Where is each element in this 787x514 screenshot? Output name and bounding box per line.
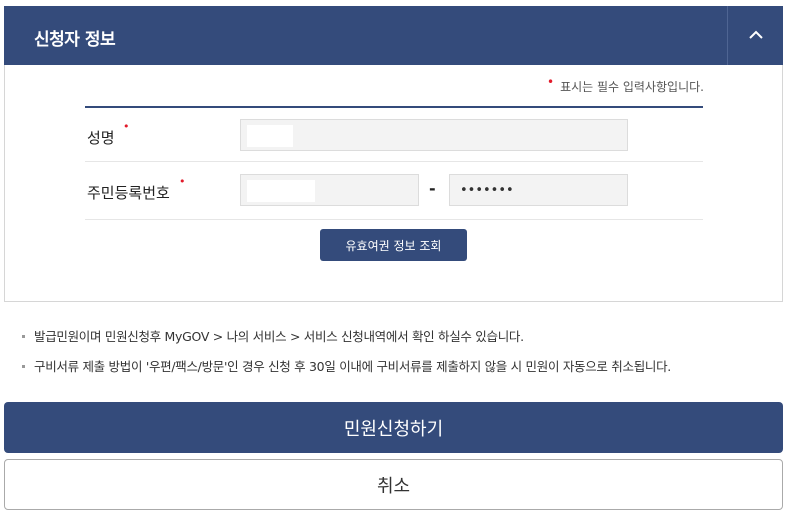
rrn-back-field[interactable] [449,174,628,206]
masked-value [247,125,293,147]
submit-application-button[interactable]: 민원신청하기 [4,402,783,453]
rrn-label-text: 주민등록번호 [87,184,170,202]
required-note: • 표시는 필수 입력사항입니다. [546,75,704,95]
name-input[interactable] [241,120,627,150]
passport-lookup-button[interactable]: 유효여권 정보 조회 [320,229,467,261]
required-marker: • [546,75,555,89]
name-label-text: 성명 [87,129,115,147]
applicant-form-panel: • 표시는 필수 입력사항입니다. 성명 • 주민등록번호 • - ••••••… [4,65,783,302]
section-header: 신청자 정보 [4,6,783,65]
form-row-name: 성명 • [85,108,703,162]
name-label: 성명 • [87,120,130,148]
notice-list: 발급민원이며 민원신청후 MyGOV > 나의 서비스 > 서비스 신청내역에서… [22,328,782,388]
rrn-back-input[interactable] [450,175,627,205]
form-table: 성명 • 주민등록번호 • - [85,106,703,220]
rrn-front-field[interactable] [240,174,419,206]
collapse-button[interactable] [727,6,783,65]
rrn-label: 주민등록번호 • [87,175,186,203]
rrn-separator: - [429,179,436,198]
cancel-button[interactable]: 취소 [4,459,783,510]
section-title: 신청자 정보 [34,30,116,50]
required-note-text: 표시는 필수 입력사항입니다. [560,80,704,94]
chevron-up-icon [749,30,763,39]
required-marker: • [123,120,130,133]
notice-item: 구비서류 제출 방법이 '우편/팩스/방문'인 경우 신청 후 30일 이내에 … [22,358,782,388]
name-field[interactable] [240,119,628,151]
masked-value [247,180,315,202]
required-marker: • [179,175,186,188]
notice-item: 발급민원이며 민원신청후 MyGOV > 나의 서비스 > 서비스 신청내역에서… [22,328,782,358]
form-row-rrn: 주민등록번호 • - [85,162,703,220]
